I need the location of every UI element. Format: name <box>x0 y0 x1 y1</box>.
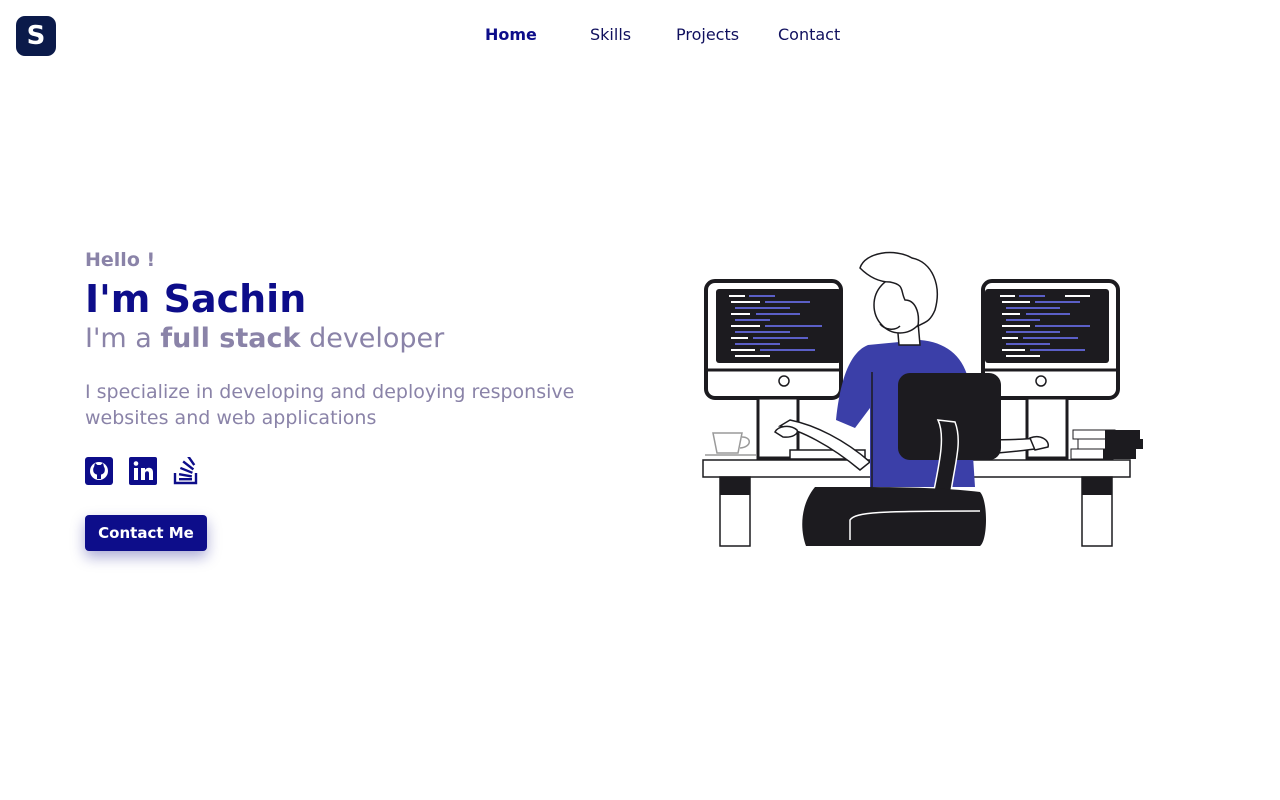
linkedin-icon[interactable] <box>129 457 157 485</box>
role-suffix: developer <box>309 323 445 354</box>
hero-role: I'm a full stack developer <box>85 323 444 354</box>
github-icon[interactable] <box>85 457 113 485</box>
nav-projects[interactable]: Projects <box>676 24 739 46</box>
books <box>1070 429 1143 460</box>
coffee-cup <box>705 432 756 456</box>
logo[interactable]: S <box>16 16 56 56</box>
role-prefix: I'm a <box>85 323 152 354</box>
contact-me-button[interactable]: Contact Me <box>85 515 207 551</box>
nav-skills[interactable]: Skills <box>590 24 631 46</box>
nav-contact[interactable]: Contact <box>778 24 840 46</box>
role-highlight: full stack <box>160 323 301 354</box>
hero-name: I'm Sachin <box>85 277 307 321</box>
stackoverflow-icon[interactable] <box>172 457 200 485</box>
nav-home[interactable]: Home <box>485 24 537 46</box>
developer-illustration <box>702 251 1143 547</box>
hero-description: I specialize in developing and deploying… <box>85 381 575 429</box>
greeting: Hello ! <box>85 249 156 271</box>
